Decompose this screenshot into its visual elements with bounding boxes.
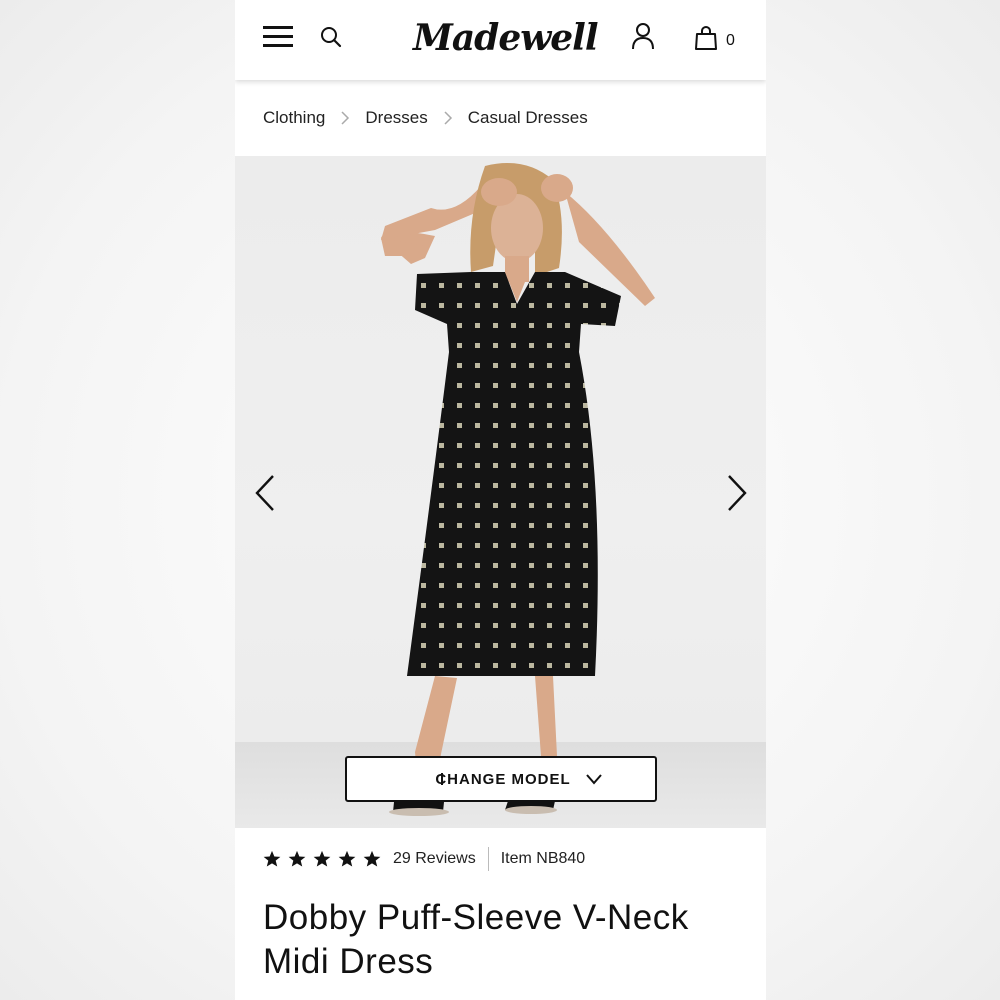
star-icon [288,850,306,867]
shopping-bag-icon[interactable] [695,26,717,50]
search-icon[interactable] [319,25,343,49]
star-rating[interactable] [263,850,381,868]
chevron-right-icon [444,111,452,125]
menu-icon[interactable] [263,26,293,48]
product-image-gallery[interactable]: CHANGE MODEL [235,156,766,828]
account-icon[interactable] [631,22,655,50]
product-photo [381,163,655,816]
change-model-button[interactable]: CHANGE MODEL [345,756,657,802]
site-header: Madewell 0 [235,0,766,80]
star-icon [338,850,356,867]
star-icon [363,850,381,867]
breadcrumb-dresses[interactable]: Dresses [365,108,427,128]
bag-count: 0 [726,32,735,49]
star-icon [313,850,331,867]
star-icon [263,850,281,867]
product-title: Dobby Puff-Sleeve V-Neck Midi Dress [263,898,689,981]
breadcrumb-clothing[interactable]: Clothing [263,108,325,128]
item-number: Item NB840 [500,850,586,867]
next-image-icon[interactable] [725,474,749,512]
previous-image-icon[interactable] [253,474,277,512]
mobile-page: Madewell 0 Clothing Dresses Casual Dress… [235,0,766,1000]
divider [487,847,489,871]
separator [441,773,443,785]
reviews-link[interactable]: 29 Reviews [393,850,476,868]
product-meta: 29 Reviews Item NB840 [263,846,585,872]
chevron-right-icon [341,111,350,125]
breadcrumb: Clothing Dresses Casual Dresses [263,106,588,130]
chevron-down-icon [585,774,602,785]
breadcrumb-casual-dresses[interactable]: Casual Dresses [468,108,588,128]
brand-logo[interactable]: Madewell [413,14,599,62]
change-model-label: CHANGE MODEL [435,770,571,788]
